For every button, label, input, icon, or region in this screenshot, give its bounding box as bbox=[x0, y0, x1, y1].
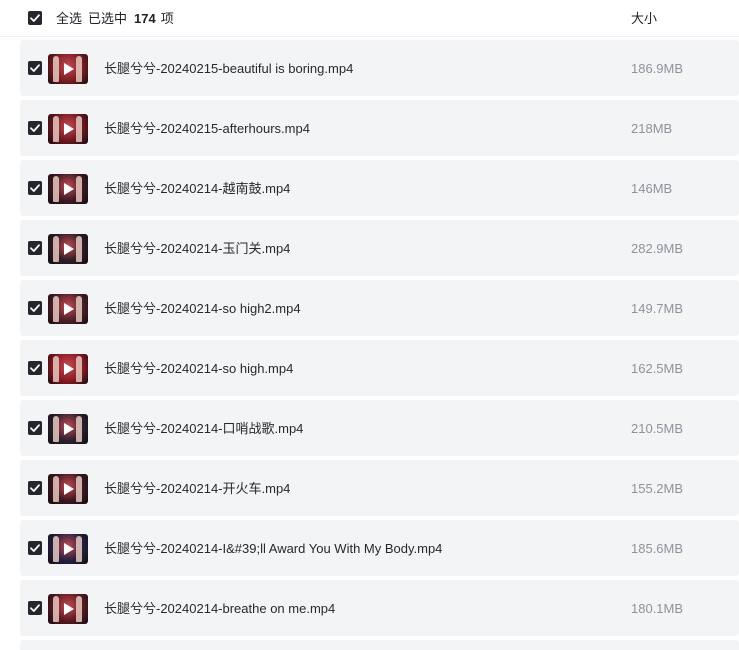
file-size: 149.7MB bbox=[631, 301, 684, 316]
file-size: 282.9MB bbox=[631, 241, 684, 256]
video-thumbnail[interactable] bbox=[48, 294, 88, 324]
file-name[interactable]: 长腿兮兮-20240215-beautiful is boring.mp4 bbox=[104, 61, 353, 77]
file-name[interactable]: 长腿兮兮-20240214-口哨战歌.mp4 bbox=[104, 421, 303, 437]
video-thumbnail[interactable] bbox=[48, 354, 88, 384]
file-list-page: 全选 已选中 174 项 大小 长腿兮兮-20240215-beautiful is… bbox=[0, 0, 739, 650]
video-thumbnail[interactable] bbox=[48, 594, 88, 624]
file-checkbox[interactable] bbox=[28, 61, 42, 75]
file-name[interactable]: 长腿兮兮-20240214-越南鼓.mp4 bbox=[104, 181, 290, 197]
file-size: 146MB bbox=[631, 181, 673, 196]
file-row[interactable]: 长腿兮兮-20240214-口哨战歌.mp4 210.5MB bbox=[20, 400, 739, 456]
file-checkbox[interactable] bbox=[28, 241, 42, 255]
file-size: 180.1MB bbox=[631, 601, 684, 616]
file-size: 186.9MB bbox=[631, 61, 684, 76]
checkbox-checked-icon bbox=[30, 604, 40, 612]
play-icon bbox=[64, 303, 74, 315]
selected-suffix: 项 bbox=[160, 11, 174, 26]
selected-prefix: 已选中 bbox=[88, 11, 128, 26]
file-name[interactable]: 长腿兮兮-20240214-I&#39;ll Award You With My… bbox=[104, 541, 442, 557]
file-row[interactable]: 长腿兮兮-20240215-afterhours.mp4 218MB bbox=[20, 100, 739, 156]
file-name[interactable]: 长腿兮兮-20240214-breathe on me.mp4 bbox=[104, 601, 335, 617]
file-row[interactable]: 长腿兮兮-20240214-breathe on me.mp4 180.1MB bbox=[20, 580, 739, 636]
size-column-header[interactable]: 大小 bbox=[631, 11, 657, 27]
file-size: 155.2MB bbox=[631, 481, 684, 496]
play-icon bbox=[64, 183, 74, 195]
file-checkbox[interactable] bbox=[28, 601, 42, 615]
file-name[interactable]: 长腿兮兮-20240214-so high.mp4 bbox=[104, 361, 293, 377]
file-size: 162.5MB bbox=[631, 361, 684, 376]
file-name[interactable]: 长腿兮兮-20240214-so high2.mp4 bbox=[104, 301, 301, 317]
file-row[interactable]: 长腿兮兮-20240214-I&#39;ll Award You With My… bbox=[20, 520, 739, 576]
selected-count: 174 bbox=[134, 11, 156, 26]
play-icon bbox=[64, 423, 74, 435]
list-header: 全选 已选中 174 项 大小 bbox=[0, 0, 739, 37]
file-row[interactable]: 长腿兮兮-20240214-so high.mp4 162.5MB bbox=[20, 340, 739, 396]
checkbox-checked-icon bbox=[30, 424, 40, 432]
file-name[interactable]: 长腿兮兮-20240215-afterhours.mp4 bbox=[104, 121, 310, 137]
play-icon bbox=[64, 603, 74, 615]
checkbox-checked-icon bbox=[30, 184, 40, 192]
file-checkbox[interactable] bbox=[28, 181, 42, 195]
checkbox-checked-icon bbox=[30, 124, 40, 132]
file-checkbox[interactable] bbox=[28, 301, 42, 315]
file-row[interactable]: 长腿兮兮-20240214-so high2.mp4 149.7MB bbox=[20, 280, 739, 336]
file-size: 210.5MB bbox=[631, 421, 684, 436]
play-icon bbox=[64, 483, 74, 495]
video-thumbnail[interactable] bbox=[48, 534, 88, 564]
play-icon bbox=[64, 243, 74, 255]
play-icon bbox=[64, 543, 74, 555]
play-icon bbox=[64, 123, 74, 135]
video-thumbnail[interactable] bbox=[48, 414, 88, 444]
file-checkbox[interactable] bbox=[28, 421, 42, 435]
video-thumbnail[interactable] bbox=[48, 234, 88, 264]
file-list: 长腿兮兮-20240215-beautiful is boring.mp4 18… bbox=[20, 40, 739, 650]
file-checkbox[interactable] bbox=[28, 121, 42, 135]
file-row[interactable]: 长腿兮兮-20240214-开火车.mp4 155.2MB bbox=[20, 460, 739, 516]
file-size: 218MB bbox=[631, 121, 673, 136]
play-icon bbox=[64, 63, 74, 75]
video-thumbnail[interactable] bbox=[48, 174, 88, 204]
file-checkbox[interactable] bbox=[28, 541, 42, 555]
video-thumbnail[interactable] bbox=[48, 54, 88, 84]
video-thumbnail[interactable] bbox=[48, 114, 88, 144]
checkbox-checked-icon bbox=[30, 484, 40, 492]
checkbox-checked-icon bbox=[30, 14, 40, 22]
file-checkbox[interactable] bbox=[28, 481, 42, 495]
play-icon bbox=[64, 363, 74, 375]
checkbox-checked-icon bbox=[30, 64, 40, 72]
file-row-partial[interactable] bbox=[20, 640, 739, 650]
checkbox-checked-icon bbox=[30, 244, 40, 252]
video-thumbnail[interactable] bbox=[48, 474, 88, 504]
checkbox-checked-icon bbox=[30, 544, 40, 552]
select-all-checkbox[interactable] bbox=[28, 11, 42, 25]
select-all-label[interactable]: 全选 bbox=[56, 11, 82, 27]
file-name[interactable]: 长腿兮兮-20240214-开火车.mp4 bbox=[104, 481, 290, 497]
file-row[interactable]: 长腿兮兮-20240214-玉门关.mp4 282.9MB bbox=[20, 220, 739, 276]
file-size: 185.6MB bbox=[631, 541, 684, 556]
checkbox-checked-icon bbox=[30, 304, 40, 312]
file-checkbox[interactable] bbox=[28, 361, 42, 375]
checkbox-checked-icon bbox=[30, 364, 40, 372]
file-row[interactable]: 长腿兮兮-20240214-越南鼓.mp4 146MB bbox=[20, 160, 739, 216]
selected-count-info: 已选中 174 项 bbox=[88, 11, 174, 27]
file-name[interactable]: 长腿兮兮-20240214-玉门关.mp4 bbox=[104, 241, 290, 257]
file-row[interactable]: 长腿兮兮-20240215-beautiful is boring.mp4 18… bbox=[20, 40, 739, 96]
